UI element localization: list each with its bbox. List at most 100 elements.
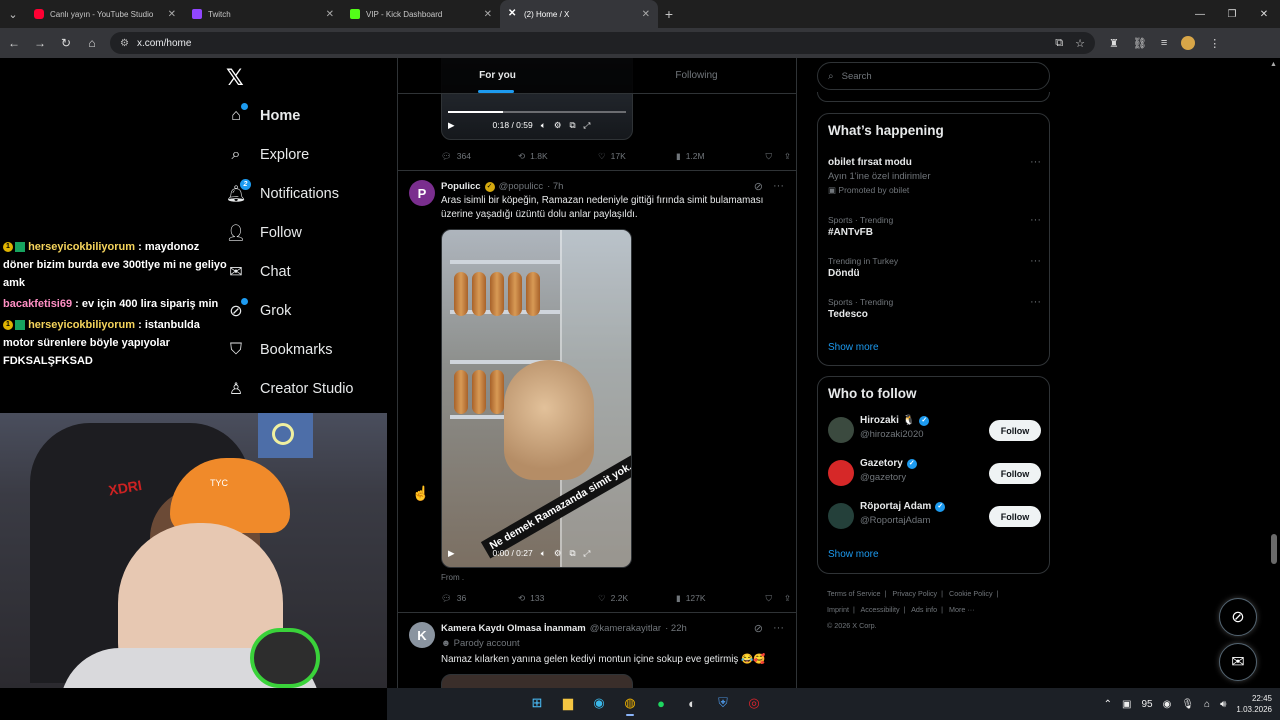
video-progress-bar[interactable] bbox=[448, 111, 626, 113]
footer-link[interactable]: Accessibility bbox=[860, 605, 899, 614]
close-icon[interactable]: ✕ bbox=[168, 9, 176, 20]
avatar[interactable]: P bbox=[409, 180, 435, 206]
url-field[interactable]: ⚙ x.com/home ⧉ ☆ bbox=[110, 32, 1095, 54]
footer-link[interactable]: Ads info bbox=[911, 605, 937, 614]
grok-fab-button[interactable]: ⊘ bbox=[1219, 598, 1257, 636]
footer-link[interactable]: Cookie Policy bbox=[949, 589, 993, 598]
sidebar-item-follow[interactable]: 👤︎ Follow bbox=[226, 218, 302, 248]
minimize-icon[interactable]: — bbox=[1184, 0, 1216, 28]
x-logo-icon[interactable]: 𝕏 bbox=[226, 66, 244, 91]
settings-icon[interactable]: ⚙ bbox=[554, 120, 562, 131]
browser-tab-twitch[interactable]: Twitch ✕ bbox=[184, 0, 342, 28]
scrollbar-thumb[interactable] bbox=[1271, 534, 1277, 564]
share-icon[interactable]: ⇪ bbox=[784, 593, 791, 604]
pip-icon[interactable]: ⧉ bbox=[569, 120, 575, 131]
avatar[interactable] bbox=[828, 460, 854, 486]
file-explorer-icon[interactable]: ▆ bbox=[558, 692, 578, 714]
volume-icon[interactable]: 🔈︎ bbox=[541, 548, 546, 559]
more-icon[interactable]: ··· bbox=[1030, 255, 1041, 267]
chrome-icon[interactable]: ◍ bbox=[620, 692, 640, 716]
sidebar-item-notifications[interactable]: 🔔︎ 2 Notifications bbox=[226, 179, 339, 209]
follow-suggestion[interactable]: Röportaj Adam ✓ @RoportajAdam Follow bbox=[828, 499, 1041, 535]
tab-search-button[interactable]: ⌄ bbox=[0, 1, 26, 27]
repost-button[interactable]: ⟲ 1.8K bbox=[518, 151, 598, 162]
tweet-video[interactable]: Ne demek Ramazanda simit yok. 🐶🐶 ▶ 0:00 … bbox=[441, 229, 632, 568]
sidebar-item-grok[interactable]: ⊘ Grok bbox=[226, 296, 291, 326]
close-icon[interactable]: ✕ bbox=[484, 9, 492, 20]
show-more-link[interactable]: Show more bbox=[828, 342, 879, 353]
trend-item[interactable]: Trending in Turkey Döndü ··· bbox=[828, 255, 1041, 281]
microphone-icon[interactable]: 🎙︎ bbox=[1181, 699, 1194, 710]
tweet-handle[interactable]: @kamerakayitlar bbox=[590, 623, 661, 634]
like-button[interactable]: ♡ 17K bbox=[598, 151, 676, 162]
grok-icon[interactable]: ⊘ bbox=[754, 180, 763, 193]
settings-icon[interactable]: ⚙ bbox=[554, 548, 562, 559]
tweet-handle[interactable]: @populicc bbox=[499, 181, 544, 192]
avatar[interactable] bbox=[828, 503, 854, 529]
like-button[interactable]: ♡ 2.2K bbox=[598, 593, 676, 604]
avatar[interactable]: K bbox=[409, 622, 435, 648]
reload-icon[interactable]: ↻ bbox=[54, 31, 78, 55]
grok-icon[interactable]: ⊘ bbox=[754, 622, 763, 635]
tab-following[interactable]: Following bbox=[597, 58, 796, 93]
recorder-icon[interactable]: ◎ bbox=[744, 692, 764, 714]
pip-icon[interactable]: ⧉ bbox=[569, 548, 575, 559]
show-more-link[interactable]: Show more bbox=[828, 549, 879, 560]
fullscreen-icon[interactable]: ⤢ bbox=[584, 548, 591, 559]
install-app-icon[interactable]: ⧉ bbox=[1055, 37, 1063, 50]
steam-icon[interactable]: ◉ bbox=[1163, 699, 1172, 710]
footer-link[interactable]: More ··· bbox=[949, 605, 975, 614]
clock[interactable]: 22:45 1.03.2026 bbox=[1236, 693, 1272, 715]
fullscreen-icon[interactable]: ⤢ bbox=[584, 120, 591, 131]
obs-icon[interactable]: ◐ bbox=[682, 692, 702, 714]
spotify-icon[interactable]: ● bbox=[651, 692, 671, 714]
volume-icon[interactable]: 🔈︎ bbox=[541, 120, 546, 131]
footer-link[interactable]: Privacy Policy bbox=[892, 589, 937, 598]
tweet-media[interactable] bbox=[441, 674, 633, 688]
edge-icon[interactable]: ◉ bbox=[589, 692, 609, 714]
tweet-time[interactable]: · 22h bbox=[665, 623, 687, 634]
footer-link[interactable]: Imprint bbox=[827, 605, 849, 614]
browser-tab-kick[interactable]: VIP - Kick Dashboard ✕ bbox=[342, 0, 500, 28]
tab-for-you[interactable]: For you bbox=[398, 58, 597, 93]
sidebar-item-bookmarks[interactable]: ⛉ Bookmarks bbox=[226, 335, 333, 365]
start-button-icon[interactable]: ⊞ bbox=[527, 692, 547, 714]
restore-icon[interactable]: ❐ bbox=[1216, 0, 1248, 28]
more-icon[interactable]: ··· bbox=[773, 622, 784, 635]
trend-item[interactable]: Sports · Trending #ANTvFB ··· bbox=[828, 214, 1041, 240]
trend-item[interactable]: obilet fırsat modu Ayın 1'ine özel indir… bbox=[828, 156, 1041, 197]
volume-icon[interactable]: 🔊︎ bbox=[1220, 699, 1226, 710]
scroll-up-arrow-icon[interactable]: ▲ bbox=[1270, 61, 1277, 68]
bookmark-star-icon[interactable]: ☆ bbox=[1075, 37, 1085, 50]
trend-item[interactable]: Sports · Trending Tedesco ··· bbox=[828, 296, 1041, 322]
bookmark-icon[interactable]: ⛉ bbox=[765, 151, 771, 162]
views-button[interactable]: ▮ 127K bbox=[676, 593, 760, 604]
profile-avatar[interactable] bbox=[1181, 36, 1196, 50]
share-icon[interactable]: ⇪ bbox=[784, 151, 791, 162]
tweet-author-name[interactable]: Populicc bbox=[441, 181, 481, 192]
views-button[interactable]: ▮ 1.2M bbox=[676, 151, 760, 162]
close-icon[interactable]: ✕ bbox=[642, 9, 650, 20]
follow-button[interactable]: Follow bbox=[989, 506, 1041, 527]
more-icon[interactable]: ··· bbox=[773, 180, 784, 193]
repost-button[interactable]: ⟲ 133 bbox=[518, 593, 598, 604]
tweet-time[interactable]: · 7h bbox=[547, 181, 563, 192]
reply-button[interactable]: 💬︎ 364 bbox=[441, 151, 518, 162]
footer-link[interactable]: Terms of Service bbox=[827, 589, 881, 598]
game-icon[interactable]: ▣ bbox=[1122, 699, 1131, 710]
more-icon[interactable]: ··· bbox=[1030, 156, 1041, 168]
sidebar-item-home[interactable]: ⌂ Home bbox=[226, 101, 300, 131]
back-arrow-icon[interactable]: ← bbox=[2, 31, 26, 55]
reading-list-icon[interactable]: ≡ bbox=[1161, 37, 1167, 49]
browser-tab-youtube[interactable]: Canlı yayın - YouTube Studio ✕ bbox=[26, 0, 184, 28]
new-tab-button[interactable]: + bbox=[658, 6, 680, 22]
network-icon[interactable]: ⌂ bbox=[1204, 699, 1210, 710]
site-info-icon[interactable]: ⚙ bbox=[120, 38, 129, 49]
bookmark-icon[interactable]: ⛉ bbox=[765, 593, 771, 604]
menu-kebab-icon[interactable]: ⋮ bbox=[1209, 37, 1220, 50]
sidebar-item-explore[interactable]: ⌕ Explore bbox=[226, 140, 310, 170]
reply-button[interactable]: 💬︎ 36 bbox=[441, 593, 518, 604]
follow-suggestion[interactable]: Hirozaki 🐧 ✓ @hirozaki2020 Follow bbox=[828, 413, 1041, 449]
follow-button[interactable]: Follow bbox=[989, 420, 1041, 441]
play-icon[interactable]: ▶ bbox=[448, 120, 455, 131]
